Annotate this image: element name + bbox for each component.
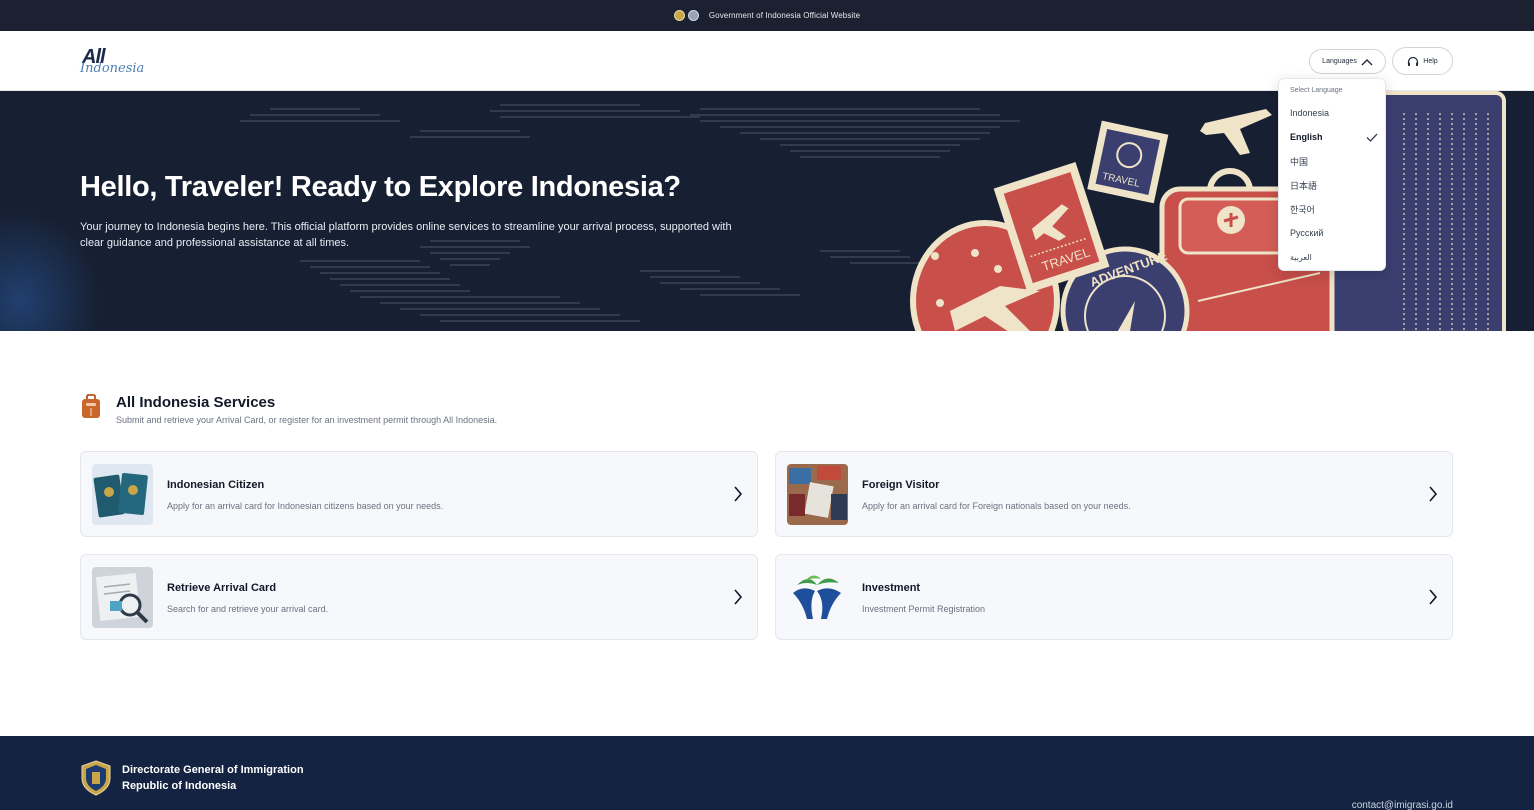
foreign-passports-thumbnail xyxy=(787,464,848,525)
world-map-dots xyxy=(240,104,1020,322)
hero-description: Your journey to Indonesia begins here. T… xyxy=(80,221,732,249)
site-footer: Directorate General of Immigration Repub… xyxy=(0,736,1534,810)
investment-logo-icon xyxy=(787,567,848,628)
language-option-indonesia[interactable]: Indonesia xyxy=(1290,105,1378,121)
airplane-icon xyxy=(1200,109,1272,155)
chevron-up-icon xyxy=(1361,58,1373,65)
footer-contact-email[interactable]: contact@imigrasi.go.id xyxy=(1352,800,1453,810)
all-indonesia-logo[interactable]: All Indonesia xyxy=(80,43,150,79)
garuda-emblem-icon xyxy=(673,10,685,21)
travel-stamp-navy: TRAVEL xyxy=(1087,120,1169,204)
checkmark-icon xyxy=(1366,133,1378,142)
language-option-russian[interactable]: Русский xyxy=(1290,225,1378,241)
card-title: Indonesian Citizen xyxy=(167,479,265,491)
card-description: Investment Permit Registration xyxy=(862,604,986,614)
footer-org-line2: Republic of Indonesia xyxy=(122,780,237,792)
language-option-english[interactable]: English xyxy=(1290,129,1378,145)
gov-official-text: Government of Indonesia Official Website xyxy=(708,11,861,20)
language-option-label: 한국어 xyxy=(1290,204,1315,215)
language-option-label: 日本語 xyxy=(1290,180,1318,191)
card-title: Foreign Visitor xyxy=(862,479,940,491)
ministry-emblem-icon xyxy=(687,10,699,21)
indonesian-citizen-card[interactable]: Indonesian Citizen Apply for an arrival … xyxy=(80,451,758,537)
services-subtitle: Submit and retrieve your Arrival Card, o… xyxy=(116,415,498,425)
services-title: All Indonesia Services xyxy=(116,394,276,411)
gov-emblems xyxy=(673,10,699,21)
chevron-right-icon xyxy=(1429,486,1438,502)
suitcase-icon xyxy=(82,394,100,418)
immigration-emblem-icon xyxy=(81,760,111,796)
language-option-label: 中国 xyxy=(1290,156,1309,167)
language-option-label: العربية xyxy=(1290,252,1312,262)
investment-card[interactable]: Investment Investment Permit Registratio… xyxy=(775,554,1453,640)
languages-button[interactable]: Languages xyxy=(1309,49,1386,74)
card-title: Investment xyxy=(862,582,921,594)
retrieve-arrival-card-card[interactable]: Retrieve Arrival Card Search for and ret… xyxy=(80,554,758,640)
footer-org-line1: Directorate General of Immigration xyxy=(122,764,304,776)
chevron-right-icon xyxy=(734,589,743,605)
languages-label: Languages xyxy=(1322,58,1357,65)
card-title: Retrieve Arrival Card xyxy=(167,582,277,594)
chevron-right-icon xyxy=(1429,589,1438,605)
gov-topbar: Government of Indonesia Official Website xyxy=(0,0,1534,31)
chevron-right-icon xyxy=(734,486,743,502)
language-option-label: Русский xyxy=(1290,228,1324,238)
hero-title: Hello, Traveler! Ready to Explore Indone… xyxy=(80,171,681,203)
language-option-korean[interactable]: 한국어 xyxy=(1290,201,1378,217)
language-menu-heading: Select Language xyxy=(1290,87,1343,94)
logo-indonesia-text: Indonesia xyxy=(80,61,145,76)
help-button[interactable]: Help xyxy=(1392,47,1453,75)
language-option-japanese[interactable]: 日本語 xyxy=(1290,177,1378,193)
passport-thumbnail xyxy=(92,464,153,525)
language-option-chinese[interactable]: 中国 xyxy=(1290,153,1378,169)
headset-icon xyxy=(1408,56,1419,66)
language-dropdown: Select Language Indonesia English 中国 日本語… xyxy=(1278,78,1386,271)
card-description: Apply for an arrival card for Indonesian… xyxy=(167,501,444,511)
document-search-thumbnail xyxy=(92,567,153,628)
language-option-label: English xyxy=(1290,132,1323,142)
card-description: Search for and retrieve your arrival car… xyxy=(167,604,329,614)
language-option-arabic[interactable]: العربية xyxy=(1290,249,1378,265)
language-option-label: Indonesia xyxy=(1290,108,1330,118)
help-label: Help xyxy=(1423,57,1438,65)
foreign-visitor-card[interactable]: Foreign Visitor Apply for an arrival car… xyxy=(775,451,1453,537)
card-description: Apply for an arrival card for Foreign na… xyxy=(862,501,1131,511)
